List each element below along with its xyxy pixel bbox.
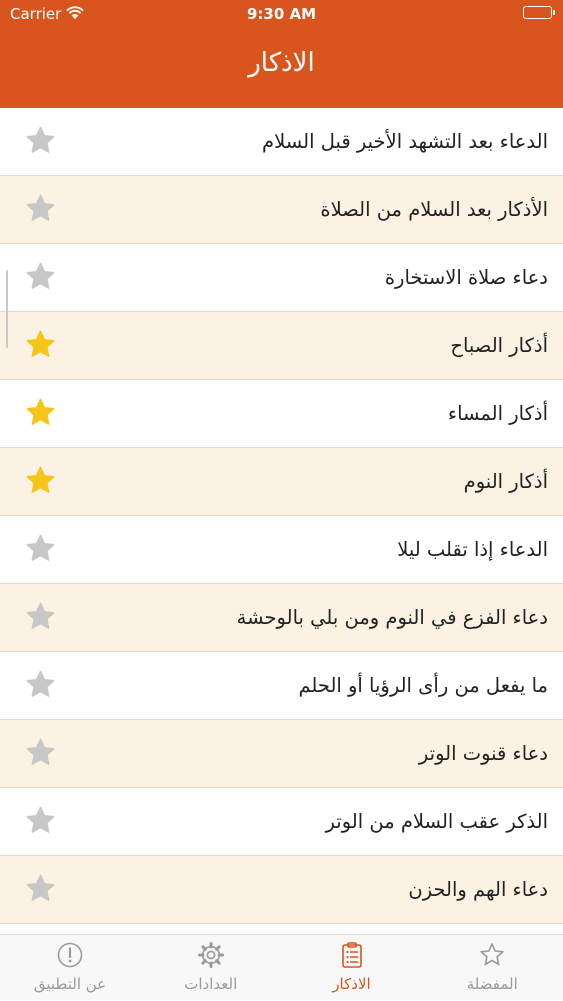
tab-info-circle[interactable]: عن التطبيق <box>0 935 140 1001</box>
status-bar: Carrier 9:30 AM <box>0 0 563 30</box>
battery-icon <box>523 6 555 19</box>
scroll-indicator <box>6 270 8 348</box>
list-item-title: أذكار النوم <box>463 470 548 493</box>
list-item[interactable]: الأذكار بعد السلام من الصلاة <box>0 176 563 244</box>
favorite-star-icon[interactable] <box>24 804 57 837</box>
favorite-star-icon[interactable] <box>24 872 57 905</box>
tab-label: المفضلة <box>466 975 518 993</box>
tab-label: العدادات <box>184 975 238 993</box>
list-item[interactable]: أذكار النوم <box>0 448 563 516</box>
list-item-title: الذكر عقب السلام من الوتر <box>325 810 548 833</box>
list-item[interactable]: دعاء قنوت الوتر <box>0 720 563 788</box>
list-item[interactable]: أذكار المساء <box>0 380 563 448</box>
list-item-title: أذكار المساء <box>447 402 548 425</box>
list-item[interactable]: دعاء الهم والحزن <box>0 856 563 924</box>
list-item[interactable]: أذكار الصباح <box>0 312 563 380</box>
tab-label: عن التطبيق <box>33 975 107 993</box>
status-time: 9:30 AM <box>246 5 317 23</box>
favorite-star-icon[interactable] <box>24 668 57 701</box>
favorite-star-icon[interactable] <box>24 124 57 157</box>
clipboard-list-icon <box>341 942 362 968</box>
favorite-star-icon[interactable] <box>24 328 57 361</box>
tab-clipboard-list[interactable]: الاذكار <box>282 935 422 1001</box>
tab-bar: المفضلة الاذكار العدادات عن التطبيق <box>0 934 563 1000</box>
favorite-star-icon[interactable] <box>24 600 57 633</box>
tab-star-outline[interactable]: المفضلة <box>422 935 562 1001</box>
favorite-star-icon[interactable] <box>24 192 57 225</box>
list-item[interactable]: دعاء صلاة الاستخارة <box>0 244 563 312</box>
gear-icon <box>197 942 224 968</box>
list-item-title: الأذكار بعد السلام من الصلاة <box>320 198 548 221</box>
favorite-star-icon[interactable] <box>24 260 57 293</box>
list-item-title: دعاء الفزع في النوم ومن بلي بالوحشة <box>236 606 548 629</box>
favorite-star-icon[interactable] <box>24 464 57 497</box>
list-item-title: دعاء قنوت الوتر <box>418 742 548 765</box>
list-item-title: ما يفعل من رأى الرؤيا أو الحلم <box>298 674 548 697</box>
list-item[interactable]: دعاء الفزع في النوم ومن بلي بالوحشة <box>0 584 563 652</box>
info-circle-icon <box>57 942 83 968</box>
favorite-star-icon[interactable] <box>24 532 57 565</box>
list-item-title: دعاء الهم والحزن <box>408 878 548 901</box>
list-item-title: الدعاء إذا تقلب ليلا <box>397 538 548 561</box>
tab-gear[interactable]: العدادات <box>141 935 281 1001</box>
list-item-title: الدعاء بعد التشهد الأخير قبل السلام <box>262 130 548 153</box>
tab-label: الاذكار <box>332 975 371 993</box>
page-title: الاذكار <box>248 48 315 78</box>
list-item[interactable]: الدعاء إذا تقلب ليلا <box>0 516 563 584</box>
list-item[interactable]: الدعاء بعد التشهد الأخير قبل السلام <box>0 108 563 176</box>
adhkar-list[interactable]: الدعاء بعد التشهد الأخير قبل السلام الأذك… <box>0 108 563 934</box>
navigation-bar: Carrier 9:30 AM الاذكار <box>0 0 563 108</box>
list-item[interactable]: الذكر عقب السلام من الوتر <box>0 788 563 856</box>
list-item-title: أذكار الصباح <box>450 334 548 357</box>
favorite-star-icon[interactable] <box>24 396 57 429</box>
star-outline-icon <box>480 943 504 966</box>
list-item-title: دعاء صلاة الاستخارة <box>384 266 548 289</box>
list-item[interactable]: ما يفعل من رأى الرؤيا أو الحلم <box>0 652 563 720</box>
favorite-star-icon[interactable] <box>24 736 57 769</box>
